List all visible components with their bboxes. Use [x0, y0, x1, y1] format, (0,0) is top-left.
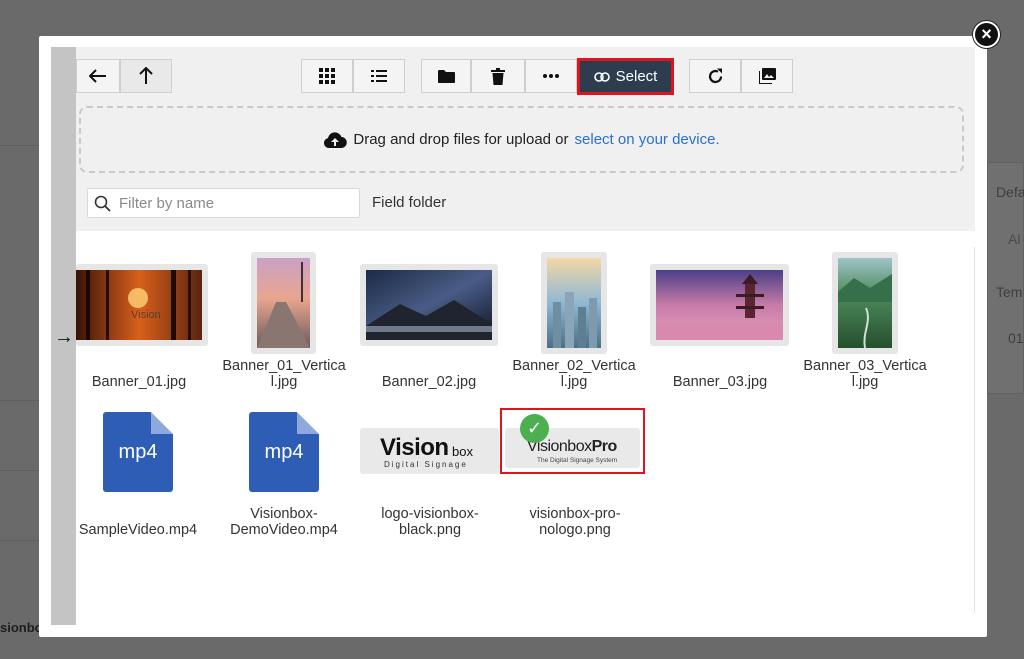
arrow-right-icon[interactable]: → — [54, 326, 74, 349]
close-button[interactable]: × — [973, 21, 1000, 48]
select-button-inner: Select — [580, 61, 671, 92]
file-name: Banner_01_Vertica l.jpg — [222, 358, 346, 390]
field-folder-label: Field folder — [372, 194, 447, 211]
bg-label: Tem — [996, 284, 1023, 300]
folder-icon — [437, 70, 455, 83]
bg-divider — [0, 540, 40, 541]
file-name: logo-visionbox- black.png — [381, 506, 479, 538]
filter-box — [87, 188, 360, 218]
grid-view-button[interactable] — [301, 59, 353, 93]
list-view-button[interactable] — [353, 59, 405, 93]
gallery-button[interactable] — [741, 59, 793, 93]
file-name: Banner_01.jpg — [91, 374, 187, 390]
select-button[interactable]: Select — [577, 58, 674, 95]
file-thumb-banner-02-vertical[interactable] — [541, 252, 607, 354]
pagoda-image — [656, 270, 783, 340]
bg-label: 01 — [1008, 330, 1024, 346]
file-name: visionbox-pro- nologo.png — [529, 506, 621, 538]
select-label: Select — [615, 68, 658, 85]
bg-label: sionbo — [0, 620, 43, 635]
refresh-icon — [708, 68, 722, 83]
trash-icon — [491, 67, 505, 85]
pier-image — [257, 258, 310, 348]
bg-divider — [0, 400, 40, 401]
svg-text:Vision: Vision — [131, 309, 161, 321]
forest-image: Vision — [76, 270, 202, 340]
logo-text-small: box — [452, 444, 473, 459]
file-thumb-logo-visionbox-black[interactable]: Vision box Digital Signage — [360, 428, 499, 474]
select-device-link[interactable]: select on your device. — [575, 131, 720, 148]
back-button[interactable] — [76, 59, 120, 93]
file-thumb-banner-01-vertical[interactable] — [251, 252, 316, 354]
list-icon — [371, 70, 387, 82]
file-name: Banner_02.jpg — [381, 374, 477, 390]
checkmark-icon: ✓ — [520, 414, 549, 443]
search-icon — [94, 195, 111, 212]
delete-button[interactable] — [471, 59, 525, 93]
file-thumb-banner-02[interactable] — [360, 264, 498, 346]
file-thumb-banner-01[interactable]: Vision — [76, 264, 208, 346]
refresh-button[interactable] — [689, 59, 741, 93]
link-icon — [593, 71, 610, 82]
up-button[interactable] — [120, 59, 172, 93]
cloud-upload-icon — [324, 131, 348, 148]
file-name: Banner_02_Vertica l.jpg — [512, 358, 636, 390]
arrow-up-icon — [139, 67, 153, 84]
file-name: SampleVideo.mp4 — [78, 522, 198, 538]
new-folder-button[interactable] — [421, 59, 471, 93]
bg-label: Al — [1008, 231, 1021, 247]
upload-dropzone[interactable]: Drag and drop files for upload or select… — [79, 106, 964, 173]
filter-input[interactable] — [117, 193, 347, 213]
scrollbar[interactable] — [974, 247, 975, 613]
arrow-left-icon — [89, 69, 106, 83]
mountain-night-image — [366, 270, 492, 340]
city-image — [547, 258, 601, 348]
file-name: Banner_03_Vertica l.jpg — [803, 358, 927, 390]
grid-icon — [319, 68, 335, 84]
logo-text: Vision — [380, 434, 449, 461]
file-name: Banner_03.jpg — [672, 374, 768, 390]
bg-divider — [0, 145, 40, 146]
file-ext-label: mp4 — [264, 440, 304, 463]
green-mountain-image — [838, 258, 892, 349]
bg-divider — [0, 470, 40, 471]
bg-label: Defa — [996, 184, 1024, 200]
more-dots-icon — [543, 74, 559, 78]
dropzone-text: Drag and drop files for upload or — [353, 131, 569, 148]
more-button[interactable] — [525, 59, 577, 93]
selected-highlight — [500, 408, 645, 474]
file-ext-label: mp4 — [118, 440, 158, 463]
images-icon — [758, 68, 776, 84]
file-thumb-banner-03[interactable] — [650, 264, 789, 346]
file-thumb-banner-03-vertical[interactable] — [832, 252, 898, 354]
file-name: Visionbox- DemoVideo.mp4 — [230, 506, 338, 538]
logo-subtitle: Digital Signage — [384, 460, 468, 469]
